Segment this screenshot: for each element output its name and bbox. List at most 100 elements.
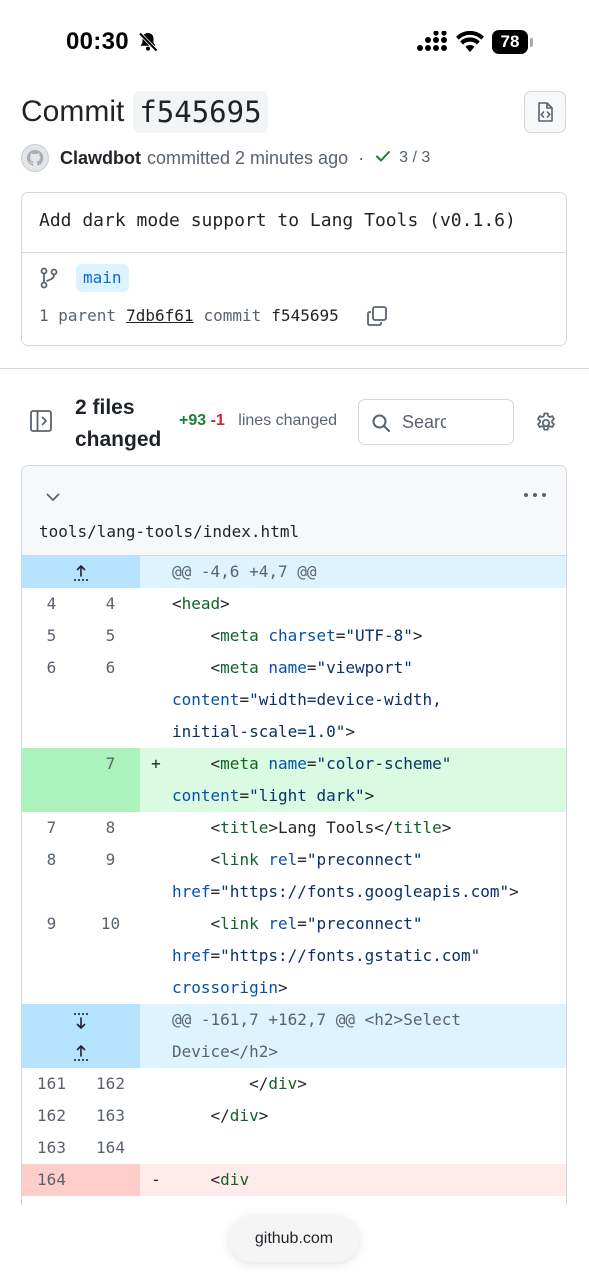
new-line-number [81, 940, 140, 972]
diff-sign [140, 1004, 172, 1036]
commit-message-box: Add dark mode support to Lang Tools (v0.… [21, 192, 567, 346]
browse-files-button[interactable] [524, 91, 566, 133]
new-line-number [81, 1164, 140, 1196]
old-line-number: 161 [37, 1074, 66, 1093]
old-line-number: 162 [37, 1106, 66, 1125]
new-line-number [81, 716, 140, 748]
battery-tip [530, 38, 533, 47]
old-line-number: 5 [46, 626, 57, 645]
diff-line-wrap: crossorigin> [22, 972, 566, 1004]
expand-gutter[interactable] [22, 1036, 140, 1068]
avatar[interactable] [21, 144, 49, 172]
check-icon[interactable] [374, 147, 392, 170]
code-line: </div> [172, 1106, 269, 1125]
code-line: content="width=device-width, [172, 690, 442, 709]
git-branch-icon [39, 267, 59, 294]
code-line: </div> [172, 1074, 307, 1093]
code-line: crossorigin> [172, 978, 288, 997]
diff-sign [140, 1068, 172, 1100]
diff-sign [140, 620, 172, 652]
old-line-number: 164 [22, 1164, 81, 1196]
diff-sign [140, 556, 172, 588]
expand-gutter[interactable] [22, 556, 140, 588]
code-line: <link rel="preconnect" [172, 914, 423, 933]
expand-gutter[interactable] [22, 1004, 140, 1036]
new-line-number: 5 [105, 626, 116, 645]
old-line-number [22, 748, 81, 780]
old-line-number: 6 [46, 658, 57, 677]
battery-level: 78 [492, 30, 528, 54]
new-line-number: 164 [96, 1138, 125, 1157]
hunk-header: @@ -4,6 +4,7 @@ [22, 556, 566, 588]
hunk-text: Device</h2> [172, 1042, 278, 1061]
file-search[interactable] [358, 399, 514, 445]
silent-bell-icon [137, 31, 159, 58]
hunk-text: @@ -4,6 +4,7 @@ [172, 562, 317, 581]
file-tree-toggle-icon[interactable] [28, 408, 54, 439]
parent-sha-link[interactable]: 7db6f61 [126, 306, 193, 325]
copy-icon[interactable] [365, 304, 389, 333]
diff-sign [140, 972, 172, 1004]
code-line: <meta name="viewport" [172, 658, 413, 677]
commit-label: commit [203, 306, 262, 325]
diff-file: tools/lang-tools/index.html @@ -4,6 +4,7… [21, 465, 567, 1205]
commit-time: committed 2 minutes ago [147, 147, 349, 168]
diff-sign [140, 876, 172, 908]
code-line: href="https://fonts.gstatic.com" [172, 946, 481, 965]
commit-sha-title: f545695 [133, 91, 268, 133]
diff-line-wrap: href="https://fonts.gstatic.com" [22, 940, 566, 972]
new-line-number [81, 972, 140, 1004]
diff-sign [140, 1100, 172, 1132]
diff-sign [140, 844, 172, 876]
chevron-down-icon[interactable] [44, 488, 62, 511]
commit-message: Add dark mode support to Lang Tools (v0.… [39, 210, 516, 231]
browser-url-pill[interactable]: github.com [229, 1216, 359, 1262]
diff-sign [140, 588, 172, 620]
checks-count[interactable]: 3 / 3 [399, 149, 430, 167]
diff-line-added-wrap: content="light dark"> [22, 780, 566, 812]
author-link[interactable]: Clawdbot [60, 148, 141, 169]
wifi-icon [456, 30, 484, 58]
more-options-icon[interactable] [523, 486, 547, 509]
diff-line: 8 9 <link rel="preconnect" [22, 844, 566, 876]
code-line: href="https://fonts.googleapis.com"> [172, 882, 519, 901]
search-input[interactable] [402, 409, 446, 435]
diff-line: 4 4 <head> [22, 588, 566, 620]
branch-label[interactable]: main [76, 264, 129, 292]
hunk-header: @@ -161,7 +162,7 @@ <h2>Select Device</h… [22, 1004, 566, 1068]
diff-sign [140, 1132, 172, 1164]
code-line: <title>Lang Tools</title> [172, 818, 452, 837]
code-line: <div [172, 1170, 250, 1189]
diff-line-wrap: href="https://fonts.googleapis.com"> [22, 876, 566, 908]
parent-label: 1 parent [39, 306, 117, 325]
github-avatar-icon [26, 149, 44, 166]
diff-line-wrap: content="width=device-width, [22, 684, 566, 716]
old-line-number [22, 972, 81, 1004]
file-path[interactable]: tools/lang-tools/index.html [39, 522, 299, 541]
hunk-text: @@ -161,7 +162,7 @@ <h2>Select [172, 1010, 461, 1029]
diff-sign [140, 716, 172, 748]
lines-changed-label: lines changed [238, 412, 338, 429]
diff-sign [140, 652, 172, 684]
diff-line: 161 162 </div> [22, 1068, 566, 1100]
diff-line-deleted: 164 - <div [22, 1164, 566, 1196]
search-icon [371, 413, 391, 438]
diff-line: 9 10 <link rel="preconnect" [22, 908, 566, 940]
old-line-number: 163 [37, 1138, 66, 1157]
gear-icon[interactable] [534, 411, 558, 440]
parent-info: 1 parent 7db6f61 commit f545695 [39, 306, 339, 325]
code-line: content="light dark"> [172, 786, 375, 805]
new-line-number: 10 [100, 914, 121, 933]
status-time: 00:30 [66, 28, 129, 55]
new-line-number: 7 [81, 748, 140, 780]
diff-sign [140, 812, 172, 844]
cellular-signal-icon [416, 30, 448, 58]
files-changed-count: 2 files changed [75, 396, 162, 451]
separator-dot: · [358, 147, 365, 168]
diff-line: 162 163 </div> [22, 1100, 566, 1132]
code-line: initial-scale=1.0"> [172, 722, 356, 741]
diff-line: 163 164 [22, 1132, 566, 1164]
commit-sha: f545695 [271, 306, 339, 325]
diff-sign [140, 1036, 172, 1068]
